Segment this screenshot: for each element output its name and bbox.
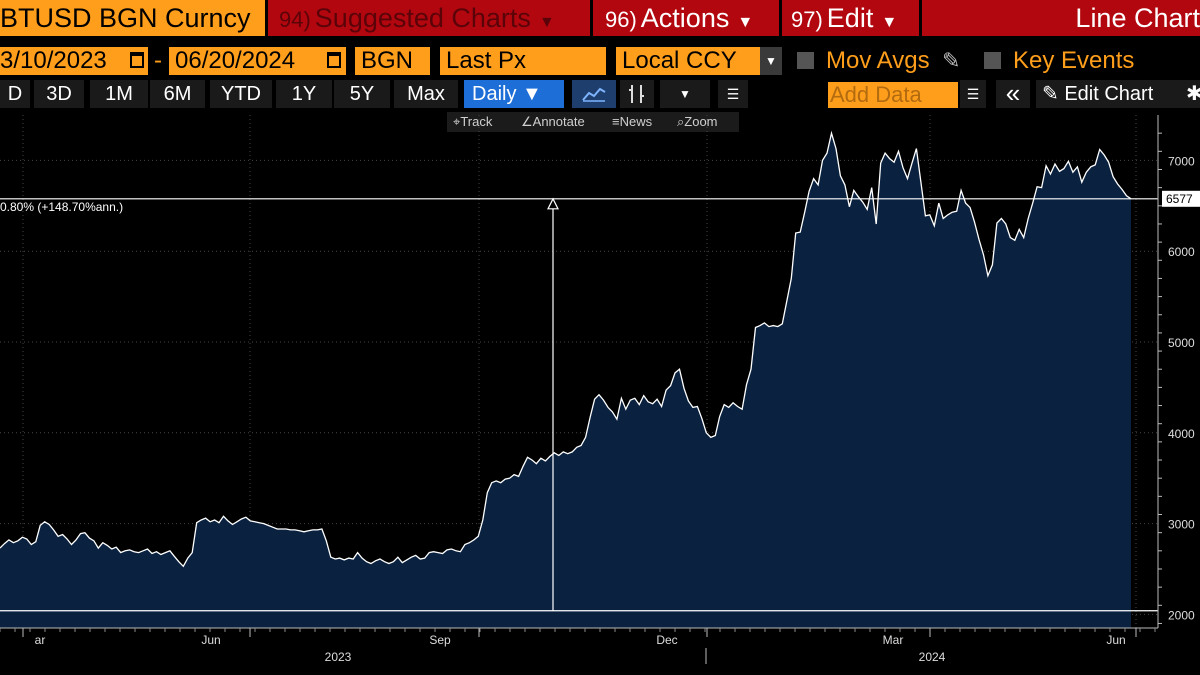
currency-selector[interactable]: Local CCY bbox=[616, 47, 760, 75]
chart-type-label: Line Chart bbox=[1075, 3, 1200, 33]
frequency-dropdown[interactable]: Daily ▼ bbox=[464, 80, 564, 108]
period-1m[interactable]: 1M bbox=[90, 80, 148, 108]
svg-text:6577: 6577 bbox=[1166, 192, 1193, 206]
field-selector[interactable]: Last Px bbox=[440, 47, 606, 75]
price-chart[interactable]: 0.80% (+148.70%ann.) 2000 3000 4000 5000 600… bbox=[0, 110, 1200, 675]
actions-menu[interactable]: 96) Actions ▼ bbox=[595, 0, 778, 36]
key-events-label: Key Events bbox=[1013, 47, 1135, 74]
pencil-icon[interactable]: ✎ bbox=[942, 47, 960, 75]
caret-down-icon: ▼ bbox=[522, 83, 542, 105]
period-1y[interactable]: 1Y bbox=[276, 80, 332, 108]
start-date-value: 3/10/2023 bbox=[0, 47, 107, 74]
source-field[interactable]: BGN bbox=[355, 47, 430, 75]
x-axis: ar Jun Sep Dec Mar Jun 2023 2024 bbox=[0, 627, 1158, 664]
year-label: 2023 bbox=[325, 650, 352, 664]
menu-number: 96) bbox=[605, 7, 637, 32]
frequency-value: Daily bbox=[472, 83, 517, 105]
x-tick-label: ar bbox=[35, 633, 46, 647]
calendar-icon[interactable] bbox=[130, 52, 144, 68]
start-date-field[interactable]: 3/10/2023 bbox=[0, 47, 148, 75]
add-data-placeholder: Add Data bbox=[830, 82, 922, 107]
add-data-dropdown-icon[interactable]: ☰ bbox=[960, 80, 986, 108]
x-tick-label: Sep bbox=[429, 633, 451, 647]
edit-menu[interactable]: 97) Edit ▼ bbox=[783, 0, 919, 36]
currency-value: Local CCY bbox=[622, 47, 737, 74]
line-chart-icon[interactable] bbox=[572, 80, 616, 108]
date-range-dash: - bbox=[154, 47, 162, 74]
x-tick-label: Mar bbox=[883, 633, 904, 647]
suggested-charts-menu[interactable]: 94) Suggested Charts ▼ bbox=[271, 0, 589, 36]
pencil-icon: ✎ bbox=[1042, 83, 1059, 105]
filter-dropdown-icon[interactable]: ☰ bbox=[718, 80, 748, 108]
separator bbox=[919, 0, 922, 36]
end-date-field[interactable]: 06/20/2024 bbox=[169, 47, 346, 75]
separator bbox=[265, 0, 268, 36]
menu-number: 97) bbox=[791, 7, 823, 32]
mov-avgs-checkbox[interactable] bbox=[797, 52, 814, 69]
arrow-head-icon bbox=[547, 197, 559, 210]
x-tick-label: Jun bbox=[1106, 633, 1125, 647]
caret-down-icon: ▼ bbox=[538, 14, 555, 31]
year-label: 2024 bbox=[919, 650, 946, 664]
add-data-input[interactable]: Add Data bbox=[828, 82, 958, 108]
y-tick-label: 4000 bbox=[1168, 427, 1195, 441]
candle-chart-icon[interactable] bbox=[620, 80, 654, 108]
key-events-checkbox[interactable] bbox=[984, 52, 1001, 69]
source-value: BGN bbox=[361, 47, 414, 74]
separator bbox=[779, 0, 782, 36]
period-ytd[interactable]: YTD bbox=[210, 80, 272, 108]
separator bbox=[590, 0, 593, 36]
collapse-double-chevron-icon[interactable]: « bbox=[996, 80, 1030, 108]
edit-chart-button[interactable]: ✎ Edit Chart bbox=[1036, 80, 1188, 108]
calendar-icon[interactable] bbox=[327, 52, 341, 68]
edit-chart-label: Edit Chart bbox=[1064, 83, 1154, 105]
y-tick-label: 7000 bbox=[1168, 154, 1195, 168]
y-tick-label: 6000 bbox=[1168, 245, 1195, 259]
last-price-badge: 6577 bbox=[1162, 190, 1200, 207]
field-value: Last Px bbox=[446, 47, 527, 74]
period-5y[interactable]: 5Y bbox=[334, 80, 390, 108]
chevron-down-icon[interactable]: ▼ bbox=[760, 47, 782, 75]
menu-number: 94) bbox=[279, 7, 311, 32]
period-max[interactable]: Max bbox=[394, 80, 458, 108]
y-tick-label: 3000 bbox=[1168, 518, 1195, 532]
change-label: 0.80% (+148.70%ann.) bbox=[0, 200, 123, 214]
chevron-down-icon[interactable]: ▼ bbox=[660, 80, 710, 108]
menu-label: Suggested Charts bbox=[314, 3, 531, 33]
caret-down-icon: ▼ bbox=[737, 14, 754, 31]
x-tick-label: Jun bbox=[201, 633, 220, 647]
period-d[interactable]: D bbox=[0, 80, 30, 108]
mov-avgs-label: Mov Avgs bbox=[826, 47, 930, 74]
price-area bbox=[0, 133, 1131, 628]
period-3d[interactable]: 3D bbox=[34, 80, 84, 108]
ticker-field[interactable]: BTUSD BGN Curncy bbox=[0, 0, 265, 36]
settings-icon[interactable]: ✱ bbox=[1186, 80, 1200, 108]
end-date-value: 06/20/2024 bbox=[175, 47, 296, 74]
menu-label: Edit bbox=[826, 3, 874, 33]
y-tick-label: 5000 bbox=[1168, 336, 1195, 350]
x-tick-label: Dec bbox=[656, 633, 677, 647]
y-tick-label: 2000 bbox=[1168, 608, 1195, 622]
period-6m[interactable]: 6M bbox=[150, 80, 205, 108]
caret-down-icon: ▼ bbox=[881, 14, 898, 31]
menu-label: Actions bbox=[640, 3, 730, 33]
